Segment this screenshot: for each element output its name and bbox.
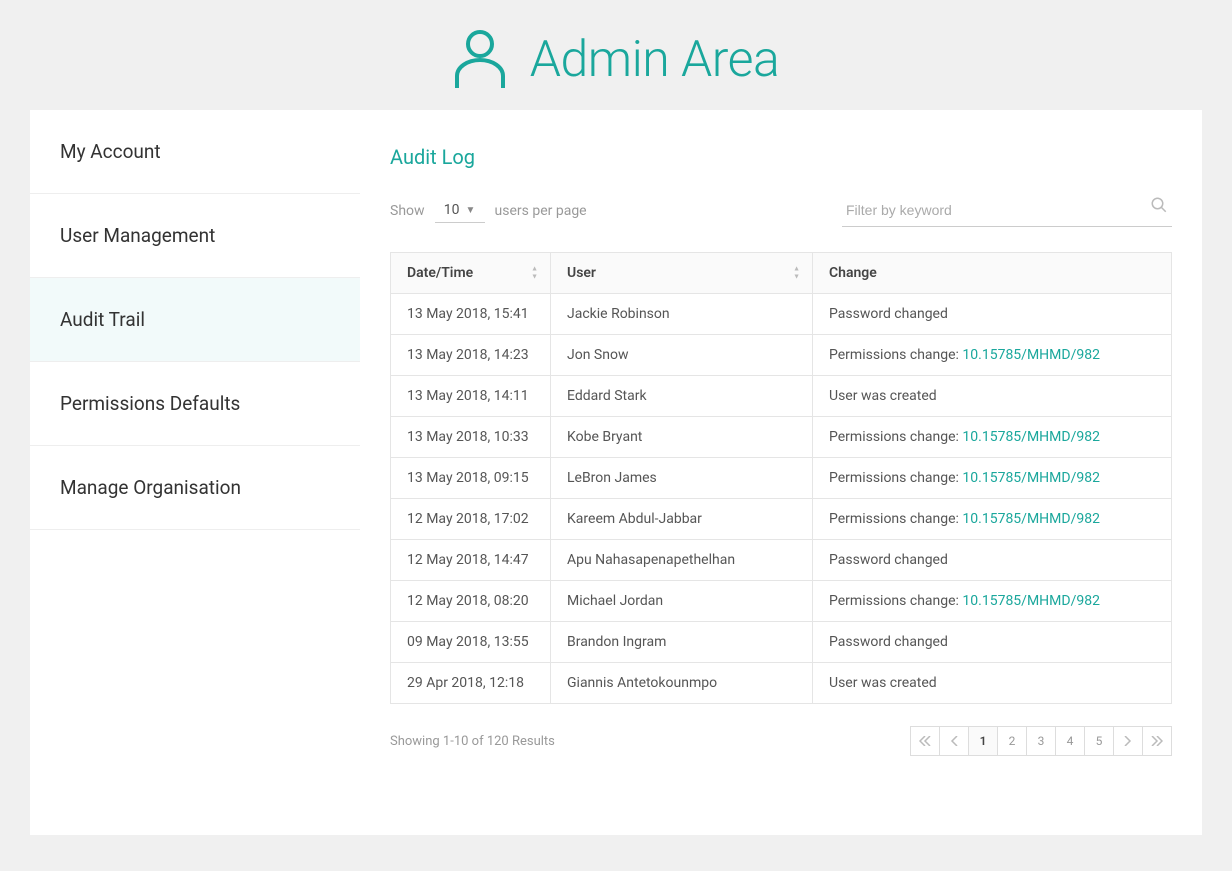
cell-datetime: 13 May 2018, 09:15 <box>391 458 551 499</box>
table-row: 09 May 2018, 13:55Brandon IngramPassword… <box>391 622 1172 663</box>
cell-datetime: 09 May 2018, 13:55 <box>391 622 551 663</box>
controls-row: Show 10 ▼ users per page <box>390 194 1172 227</box>
cell-datetime: 12 May 2018, 14:47 <box>391 540 551 581</box>
cell-user: Giannis Antetokounmpo <box>551 663 813 704</box>
table-row: 13 May 2018, 10:33Kobe BryantPermissions… <box>391 417 1172 458</box>
table-row: 13 May 2018, 14:11Eddard StarkUser was c… <box>391 376 1172 417</box>
page-header: Admin Area <box>0 0 1232 110</box>
table-row: 12 May 2018, 17:02Kareem Abdul-JabbarPer… <box>391 499 1172 540</box>
table-row: 13 May 2018, 15:41Jackie RobinsonPasswor… <box>391 294 1172 335</box>
cell-datetime: 13 May 2018, 14:23 <box>391 335 551 376</box>
table-row: 13 May 2018, 14:23Jon SnowPermissions ch… <box>391 335 1172 376</box>
sidebar-item-label: Manage Organisation <box>60 476 241 499</box>
cell-datetime: 13 May 2018, 10:33 <box>391 417 551 458</box>
show-label: Show <box>390 203 425 219</box>
column-header-label: Date/Time <box>407 265 473 281</box>
column-header-datetime[interactable]: Date/Time ▲▼ <box>391 253 551 294</box>
cell-user: Michael Jordan <box>551 581 813 622</box>
pager-page-button[interactable]: 3 <box>1026 726 1056 756</box>
pager-last-button[interactable] <box>1142 726 1172 756</box>
cell-change: Permissions change: 10.15785/MHMD/982 <box>813 335 1172 376</box>
permissions-link[interactable]: 10.15785/MHMD/982 <box>962 470 1100 486</box>
pager-page-button[interactable]: 4 <box>1055 726 1085 756</box>
permissions-link[interactable]: 10.15785/MHMD/982 <box>962 511 1100 527</box>
sidebar-item-user-management[interactable]: User Management <box>30 194 360 278</box>
pager: 12345 <box>911 726 1172 756</box>
pager-next-button[interactable] <box>1113 726 1143 756</box>
result-summary: Showing 1-10 of 120 Results <box>390 734 555 749</box>
sidebar-item-label: User Management <box>60 224 215 247</box>
table-header-row: Date/Time ▲▼ User ▲▼ Change <box>391 253 1172 294</box>
permissions-link[interactable]: 10.15785/MHMD/982 <box>962 429 1100 445</box>
table-row: 29 Apr 2018, 12:18Giannis AntetokounmpoU… <box>391 663 1172 704</box>
cell-user: Brandon Ingram <box>551 622 813 663</box>
cell-user: Eddard Stark <box>551 376 813 417</box>
page-title: Admin Area <box>530 31 780 89</box>
cell-change: Permissions change: 10.15785/MHMD/982 <box>813 499 1172 540</box>
cell-change: Permissions change: 10.15785/MHMD/982 <box>813 458 1172 499</box>
permissions-link[interactable]: 10.15785/MHMD/982 <box>962 593 1100 609</box>
page-size-select[interactable]: 10 ▼ <box>435 198 485 223</box>
cell-change: User was created <box>813 376 1172 417</box>
sidebar-item-label: Audit Trail <box>60 308 145 331</box>
sort-icon: ▲▼ <box>793 266 800 281</box>
sidebar-item-permissions-defaults[interactable]: Permissions Defaults <box>30 362 360 446</box>
cell-user: Jackie Robinson <box>551 294 813 335</box>
cell-change: Password changed <box>813 294 1172 335</box>
pager-page-button[interactable]: 1 <box>968 726 998 756</box>
pager-page-button[interactable]: 2 <box>997 726 1027 756</box>
pager-first-button[interactable] <box>910 726 940 756</box>
column-header-label: Change <box>829 265 877 281</box>
search-wrap <box>842 194 1172 227</box>
content-panel: Audit Log Show 10 ▼ users per page <box>360 110 1202 835</box>
page-size-value: 10 <box>444 202 460 218</box>
cell-user: LeBron James <box>551 458 813 499</box>
sidebar-item-audit-trail[interactable]: Audit Trail <box>30 278 360 362</box>
column-header-change: Change <box>813 253 1172 294</box>
column-header-label: User <box>567 265 596 281</box>
pager-prev-button[interactable] <box>939 726 969 756</box>
sidebar: My Account User Management Audit Trail P… <box>30 110 360 835</box>
permissions-link[interactable]: 10.15785/MHMD/982 <box>962 347 1100 363</box>
table-row: 12 May 2018, 08:20Michael JordanPermissi… <box>391 581 1172 622</box>
per-page-label: users per page <box>495 203 587 219</box>
cell-datetime: 29 Apr 2018, 12:18 <box>391 663 551 704</box>
sidebar-item-label: Permissions Defaults <box>60 392 240 415</box>
chevron-down-icon: ▼ <box>465 205 475 216</box>
pager-page-button[interactable]: 5 <box>1084 726 1114 756</box>
sort-icon: ▲▼ <box>531 266 538 281</box>
column-header-user[interactable]: User ▲▼ <box>551 253 813 294</box>
sidebar-item-label: My Account <box>60 140 161 163</box>
cell-change: Permissions change: 10.15785/MHMD/982 <box>813 581 1172 622</box>
page-size-controls: Show 10 ▼ users per page <box>390 198 587 223</box>
user-icon <box>453 30 508 90</box>
sidebar-item-my-account[interactable]: My Account <box>30 110 360 194</box>
cell-datetime: 13 May 2018, 15:41 <box>391 294 551 335</box>
audit-table: Date/Time ▲▼ User ▲▼ Change 13 May 2018,… <box>390 252 1172 704</box>
table-row: 12 May 2018, 14:47Apu Nahasapenapethelha… <box>391 540 1172 581</box>
cell-user: Kareem Abdul-Jabbar <box>551 499 813 540</box>
cell-change: User was created <box>813 663 1172 704</box>
cell-datetime: 12 May 2018, 08:20 <box>391 581 551 622</box>
content-title: Audit Log <box>390 145 1172 169</box>
search-icon[interactable] <box>1150 196 1168 218</box>
cell-user: Kobe Bryant <box>551 417 813 458</box>
cell-change: Permissions change: 10.15785/MHMD/982 <box>813 417 1172 458</box>
cell-user: Apu Nahasapenapethelhan <box>551 540 813 581</box>
cell-change: Password changed <box>813 540 1172 581</box>
cell-datetime: 13 May 2018, 14:11 <box>391 376 551 417</box>
cell-user: Jon Snow <box>551 335 813 376</box>
table-footer: Showing 1-10 of 120 Results 12345 <box>390 726 1172 756</box>
search-input[interactable] <box>842 194 1172 227</box>
cell-datetime: 12 May 2018, 17:02 <box>391 499 551 540</box>
sidebar-item-manage-organisation[interactable]: Manage Organisation <box>30 446 360 530</box>
cell-change: Password changed <box>813 622 1172 663</box>
table-row: 13 May 2018, 09:15LeBron JamesPermission… <box>391 458 1172 499</box>
